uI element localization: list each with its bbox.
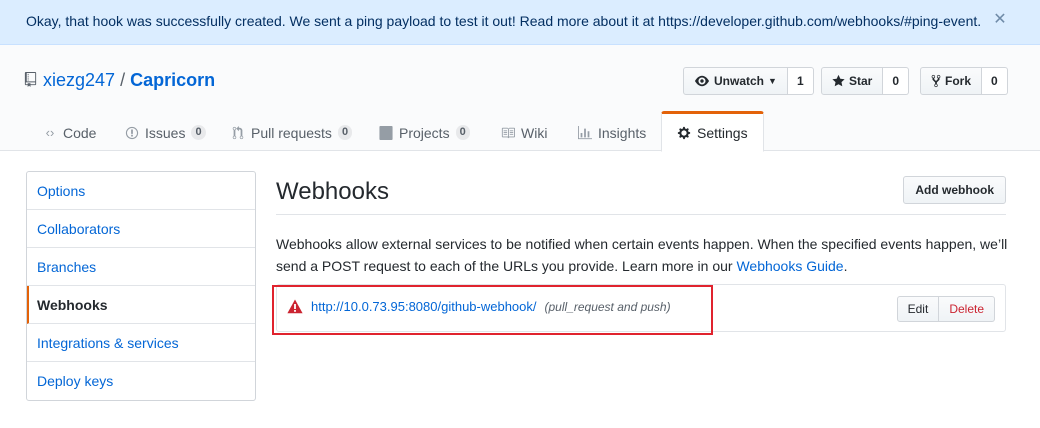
tab-projects-label: Projects: [399, 124, 450, 141]
flash-message: Okay, that hook was successfully created…: [26, 13, 982, 29]
sidebar-item-collaborators[interactable]: Collaborators: [27, 210, 255, 248]
close-icon[interactable]: ✕: [993, 11, 1007, 29]
tab-settings-label: Settings: [697, 124, 748, 141]
fork-icon: [931, 74, 941, 88]
webhook-events: (pull_request and push): [544, 299, 671, 314]
flash-banner: Okay, that hook was successfully created…: [0, 0, 1040, 45]
tab-settings[interactable]: Settings: [661, 111, 764, 152]
edit-button[interactable]: Edit: [896, 296, 940, 322]
watch-group: Unwatch ▼ 1: [683, 67, 814, 95]
watch-count[interactable]: 1: [787, 67, 814, 95]
star-label: Star: [849, 74, 873, 88]
description-end: .: [843, 258, 848, 274]
description-text: Webhooks allow external services to be n…: [276, 236, 1008, 274]
chevron-down-icon: ▼: [768, 76, 777, 86]
tab-code[interactable]: ‹› Code: [27, 111, 112, 152]
tab-issues[interactable]: Issues 0: [109, 111, 222, 152]
fork-label: Fork: [945, 74, 972, 88]
sidebar-item-options[interactable]: Options: [27, 172, 255, 210]
fork-count[interactable]: 0: [982, 67, 1008, 95]
repo-owner-link[interactable]: xiezg247: [43, 70, 115, 90]
issues-counter: 0: [191, 125, 206, 140]
project-icon: [379, 125, 393, 140]
star-group: Star 0: [821, 67, 910, 95]
settings-sidebar: Options Collaborators Branches Webhooks …: [26, 171, 256, 401]
repo-separator: /: [120, 70, 126, 90]
alert-icon: [287, 299, 303, 314]
tab-wiki-label: Wiki: [521, 124, 548, 141]
eye-icon: [695, 75, 709, 87]
repo-header: xiezg247/Capricorn Unwatch ▼ 1 Star 0 Fo…: [0, 45, 1040, 152]
book-icon: [501, 127, 515, 138]
subhead: Webhooks Add webhook: [276, 171, 1006, 215]
tab-wiki[interactable]: Wiki: [485, 111, 563, 152]
webhooks-description: Webhooks allow external services to be n…: [276, 233, 1016, 277]
projects-counter: 0: [455, 125, 470, 140]
pull-request-icon: [232, 125, 244, 139]
tab-issues-label: Issues: [145, 124, 186, 141]
unwatch-label: Unwatch: [714, 74, 765, 88]
tab-insights-label: Insights: [598, 124, 647, 141]
tab-projects[interactable]: Projects 0: [363, 111, 486, 152]
tab-pull-requests-label: Pull requests: [251, 124, 332, 141]
webhook-item: http://10.0.73.95:8080/github-webhook/ (…: [276, 284, 1006, 332]
tab-code-label: Code: [63, 124, 97, 141]
star-icon: [832, 74, 845, 87]
repo-book-icon: [24, 72, 37, 87]
fork-group: Fork 0: [920, 67, 1008, 95]
star-button[interactable]: Star: [821, 67, 884, 95]
pull-requests-counter: 0: [337, 125, 353, 140]
add-webhook-button[interactable]: Add webhook: [903, 176, 1006, 204]
webhook-row: http://10.0.73.95:8080/github-webhook/ (…: [287, 299, 671, 314]
webhooks-guide-link[interactable]: Webhooks Guide: [736, 258, 843, 274]
repo-name-link[interactable]: Capricorn: [130, 70, 215, 90]
fork-button[interactable]: Fork: [920, 67, 983, 95]
gear-icon: [677, 126, 691, 139]
tab-pull-requests[interactable]: Pull requests 0: [215, 111, 368, 152]
delete-button[interactable]: Delete: [939, 296, 995, 322]
code-icon: ‹›: [45, 124, 55, 140]
sidebar-item-branches[interactable]: Branches: [27, 248, 255, 286]
sidebar-item-integrations[interactable]: Integrations & services: [27, 324, 255, 362]
unwatch-button[interactable]: Unwatch ▼: [683, 67, 788, 95]
page-title: Webhooks: [276, 178, 389, 205]
repo-title: xiezg247/Capricorn: [24, 70, 215, 91]
repo-nav: ‹› Code Issues 0 Pull requests 0 Project…: [0, 111, 1040, 152]
tab-insights[interactable]: Insights: [562, 111, 662, 152]
webhook-actions: Edit Delete: [896, 296, 995, 322]
star-count[interactable]: 0: [883, 67, 910, 95]
graph-icon: [578, 125, 592, 139]
webhook-url-link[interactable]: http://10.0.73.95:8080/github-webhook/: [311, 299, 537, 314]
sidebar-item-deploy-keys[interactable]: Deploy keys: [27, 362, 255, 400]
sidebar-item-webhooks[interactable]: Webhooks: [27, 286, 255, 324]
issue-icon: [125, 126, 139, 139]
